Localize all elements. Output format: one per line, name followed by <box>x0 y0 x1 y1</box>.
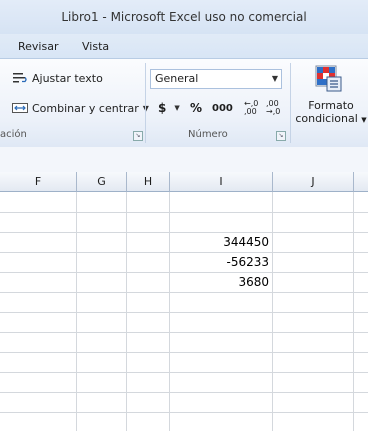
column-header-i[interactable]: I <box>170 172 273 192</box>
cell-i[interactable]: 3680 <box>170 273 273 292</box>
column-label: I <box>219 175 223 188</box>
conditional-format-icon <box>315 65 342 92</box>
grid-line <box>0 392 368 393</box>
currency-format-button[interactable]: $ ▼ <box>158 99 180 117</box>
decrease-decimal-button[interactable]: ,00 →,0 <box>266 99 284 117</box>
percent-icon: % <box>190 101 203 115</box>
merge-center-button[interactable]: Combinar y centrar ▼ <box>12 101 149 115</box>
chevron-down-icon: ▼ <box>361 116 367 124</box>
conditional-format-button[interactable]: Formato condicional ▼ <box>294 63 368 127</box>
group-divider <box>145 63 146 143</box>
percent-format-button[interactable]: % <box>190 99 202 117</box>
tab-revisar[interactable]: Revisar <box>18 40 58 53</box>
formula-bar[interactable] <box>0 147 368 173</box>
number-format-select[interactable]: General ▼ <box>150 69 282 89</box>
chevron-down-icon: ▼ <box>174 104 180 112</box>
column-label: H <box>143 175 153 188</box>
column-label: G <box>97 175 106 188</box>
ribbon-tabs: Revisar Vista <box>0 34 368 58</box>
window-title: Libro1 - Microsoft Excel uso no comercia… <box>61 10 307 24</box>
merge-center-label: Combinar y centrar <box>32 101 139 115</box>
grid-line <box>0 372 368 373</box>
title-bar: Libro1 - Microsoft Excel uso no comercia… <box>0 0 368 34</box>
grid-line <box>0 212 368 213</box>
decrease-decimal-icon: ,00 →,0 <box>266 99 281 116</box>
grid-line <box>0 352 368 353</box>
thousands-icon: 000 <box>212 102 233 114</box>
conditional-format-label-line1: Formato <box>308 99 354 112</box>
thousands-separator-button[interactable]: 000 <box>212 99 233 117</box>
column-header-j[interactable]: J <box>273 172 354 192</box>
cell-i[interactable]: 344450 <box>170 233 273 252</box>
alignment-dialog-launcher-icon[interactable]: ↘ <box>133 131 143 141</box>
currency-icon: $ <box>158 101 167 115</box>
column-label: J <box>311 175 315 188</box>
number-dialog-launcher-icon[interactable]: ↘ <box>276 131 286 141</box>
merge-center-icon <box>12 103 28 113</box>
wrap-text-label: Ajustar texto <box>32 71 103 85</box>
column-header-h[interactable]: H <box>127 172 170 192</box>
wrap-text-icon <box>13 73 27 83</box>
cell-i[interactable]: -56233 <box>170 253 273 272</box>
number-group-label: Número <box>188 129 228 140</box>
alignment-group-label: ación <box>0 129 27 140</box>
column-header-partial[interactable] <box>354 172 368 192</box>
column-header-g[interactable]: G <box>77 172 127 192</box>
grid-line <box>0 292 368 293</box>
increase-decimal-button[interactable]: ←,0 ,00 <box>244 99 262 117</box>
increase-decimal-icon: ←,0 ,00 <box>244 99 259 116</box>
grid-line <box>0 332 368 333</box>
worksheet-grid[interactable]: F G H I J 344450 -56233 3680 <box>0 172 368 431</box>
chevron-down-icon: ▼ <box>271 74 278 83</box>
grid-line <box>0 412 368 413</box>
group-divider <box>290 63 291 143</box>
wrap-text-button[interactable]: Ajustar texto <box>12 71 103 85</box>
number-format-value: General <box>155 72 199 85</box>
tab-vista[interactable]: Vista <box>82 40 109 53</box>
column-header-f[interactable]: F <box>0 172 77 192</box>
conditional-format-label-line2: condicional <box>295 112 358 125</box>
ribbon: Ajustar texto Combinar y centrar ▼ ación… <box>0 58 368 148</box>
grid-line <box>0 312 368 313</box>
column-label: F <box>34 175 42 188</box>
